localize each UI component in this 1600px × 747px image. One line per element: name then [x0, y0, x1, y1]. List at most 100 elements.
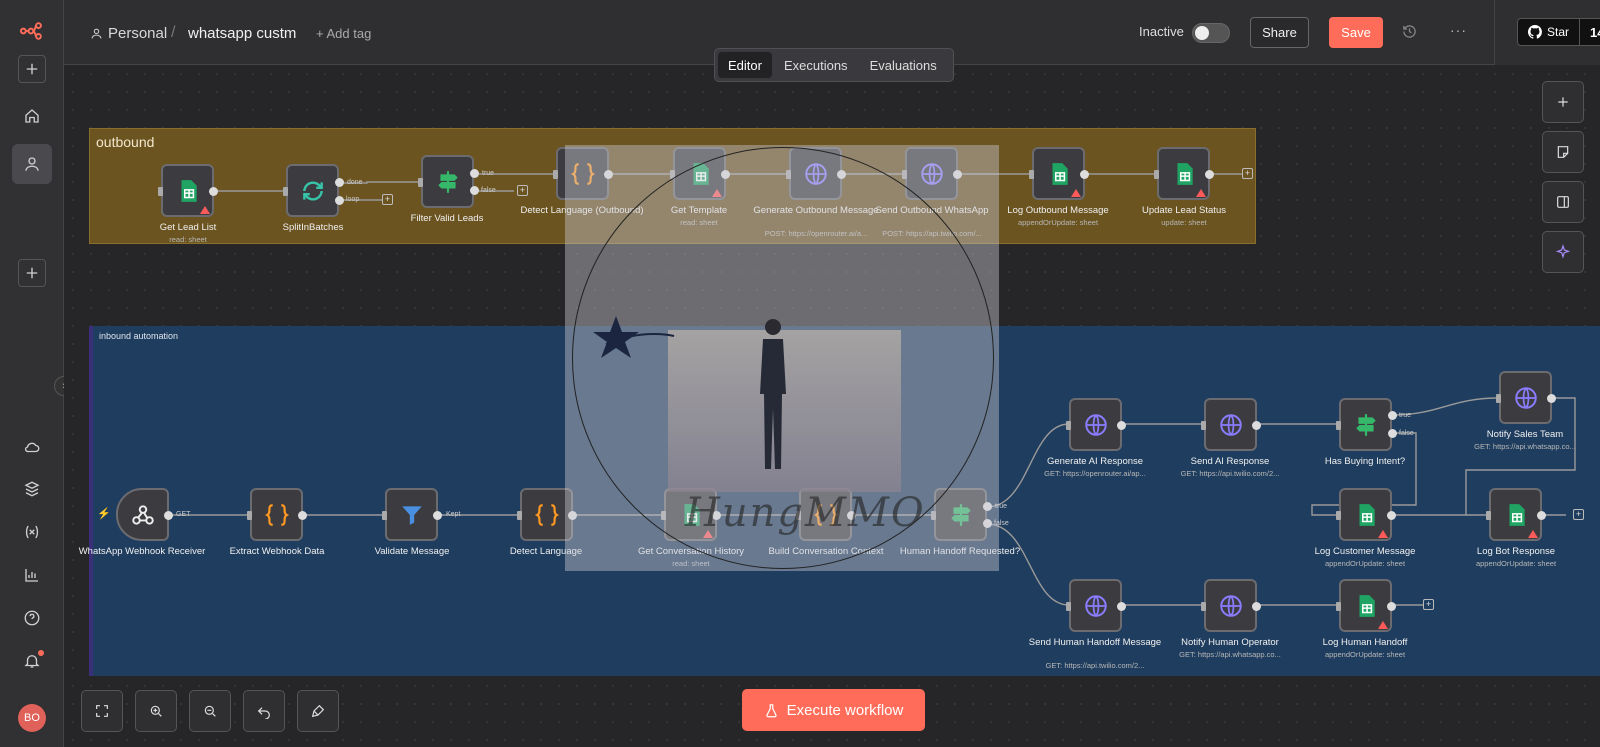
input-handle[interactable] [1486, 511, 1491, 520]
more-options-icon[interactable]: ··· [1450, 22, 1467, 38]
add-tag-button[interactable]: + Add tag [316, 26, 371, 41]
input-handle[interactable] [1336, 602, 1341, 611]
input-handle[interactable] [1201, 421, 1206, 430]
input-handle[interactable] [418, 178, 423, 187]
node-filter-valid-leads[interactable] [418, 155, 474, 208]
port-label-true: true [1399, 412, 1412, 419]
save-button[interactable]: Save [1329, 17, 1383, 48]
flask-icon [765, 703, 777, 717]
tab-executions[interactable]: Executions [774, 52, 858, 78]
output-handle[interactable] [298, 511, 307, 520]
node-subtitle: GET: https://api.twilio.com/2... [1180, 469, 1280, 478]
tab-editor[interactable]: Editor [718, 52, 772, 78]
node-notify-sales-team[interactable] [1496, 371, 1556, 424]
notifications-icon[interactable] [12, 641, 52, 681]
output-handle[interactable] [209, 187, 218, 196]
history-icon[interactable] [1402, 24, 1417, 42]
output-handle[interactable] [1252, 602, 1261, 611]
node-validate-message[interactable] [382, 488, 442, 541]
cloud-icon[interactable] [12, 427, 52, 467]
node-log-customer-message[interactable] [1336, 488, 1396, 541]
side-panel-icon[interactable] [1542, 181, 1584, 223]
templates-icon[interactable] [12, 469, 52, 509]
node-get-lead-list[interactable] [158, 164, 218, 217]
avatar[interactable]: BO [18, 704, 46, 732]
output-handle[interactable] [433, 511, 442, 520]
node-generate-ai-response[interactable] [1066, 398, 1126, 451]
insights-icon[interactable] [12, 555, 52, 595]
sticky-title: inbound automation [99, 331, 179, 341]
create-button[interactable] [18, 55, 46, 83]
output-handle[interactable] [1387, 511, 1396, 520]
undo-button[interactable] [243, 690, 285, 732]
add-node-panel-button[interactable] [1542, 81, 1584, 123]
add-node-button[interactable]: + [1242, 168, 1253, 179]
github-star-button[interactable]: Star 147,661 [1517, 18, 1600, 46]
breadcrumb-project[interactable]: Personal [90, 25, 167, 42]
personal-icon[interactable] [12, 144, 52, 184]
output-handle[interactable] [1080, 170, 1089, 179]
input-handle[interactable] [1336, 511, 1341, 520]
input-handle[interactable] [1201, 602, 1206, 611]
sticky-note-icon[interactable] [1542, 131, 1584, 173]
share-button[interactable]: Share [1250, 17, 1309, 48]
node-notify-human-operator[interactable] [1201, 579, 1261, 632]
input-handle[interactable] [1336, 421, 1341, 430]
zoom-in-button[interactable] [135, 690, 177, 732]
output-handle-true[interactable] [1388, 411, 1397, 420]
output-handle[interactable] [1387, 602, 1396, 611]
node-send-ai-response[interactable] [1201, 398, 1261, 451]
execute-workflow-button[interactable]: Execute workflow [742, 689, 925, 731]
node-whatsapp-webhook-receiver[interactable] [116, 488, 173, 541]
ai-assistant-icon[interactable] [1542, 231, 1584, 273]
input-handle[interactable] [517, 511, 522, 520]
node-log-human-handoff[interactable] [1336, 579, 1396, 632]
output-handle-done[interactable] [335, 178, 344, 187]
tidy-up-button[interactable] [297, 690, 339, 732]
input-handle[interactable] [158, 187, 163, 196]
output-handle-false[interactable] [470, 186, 479, 195]
input-handle[interactable] [247, 511, 252, 520]
output-handle[interactable] [1547, 394, 1556, 403]
workflow-name[interactable]: whatsapp custm [188, 25, 296, 42]
add-node-button[interactable]: + [517, 185, 528, 196]
node-log-bot-response[interactable] [1486, 488, 1546, 541]
output-handle-false[interactable] [1388, 429, 1397, 438]
input-handle[interactable] [1029, 170, 1034, 179]
node-label: WhatsApp Webhook Receiver [78, 546, 206, 557]
output-handle[interactable] [1117, 602, 1126, 611]
active-toggle[interactable] [1192, 23, 1230, 43]
n8n-logo-icon[interactable] [12, 11, 52, 51]
node-log-outbound-message[interactable] [1029, 147, 1089, 200]
node-update-lead-status[interactable] [1154, 147, 1214, 200]
output-handle[interactable] [1252, 421, 1261, 430]
node-splitinbatches[interactable] [283, 164, 339, 217]
home-icon[interactable] [12, 96, 52, 136]
node-extract-webhook-data[interactable] [247, 488, 307, 541]
input-handle[interactable] [1066, 602, 1071, 611]
variables-icon[interactable] [12, 512, 52, 552]
help-icon[interactable] [12, 598, 52, 638]
output-handle[interactable] [1537, 511, 1546, 520]
input-handle[interactable] [382, 511, 387, 520]
output-handle[interactable] [164, 511, 173, 520]
output-handle[interactable] [1205, 170, 1214, 179]
input-handle[interactable] [283, 187, 288, 196]
input-handle[interactable] [1496, 394, 1501, 403]
input-handle[interactable] [1066, 421, 1071, 430]
add-node-button[interactable]: + [1423, 599, 1434, 610]
output-handle-true[interactable] [470, 169, 479, 178]
input-handle[interactable] [1154, 170, 1159, 179]
input-handle[interactable] [553, 170, 558, 179]
zoom-out-button[interactable] [189, 690, 231, 732]
node-has-buying-intent[interactable] [1336, 398, 1392, 451]
fit-view-button[interactable] [81, 690, 123, 732]
output-handle-loop[interactable] [335, 196, 344, 205]
node-send-human-handoff-message[interactable] [1066, 579, 1126, 632]
add-project-button[interactable] [18, 259, 46, 287]
add-node-button[interactable]: + [1573, 509, 1584, 520]
output-handle[interactable] [1117, 421, 1126, 430]
node-subtitle: GET: https://api.twilio.com/2... [1045, 661, 1145, 670]
add-node-button[interactable]: + [382, 194, 393, 205]
tab-evaluations[interactable]: Evaluations [860, 52, 947, 78]
